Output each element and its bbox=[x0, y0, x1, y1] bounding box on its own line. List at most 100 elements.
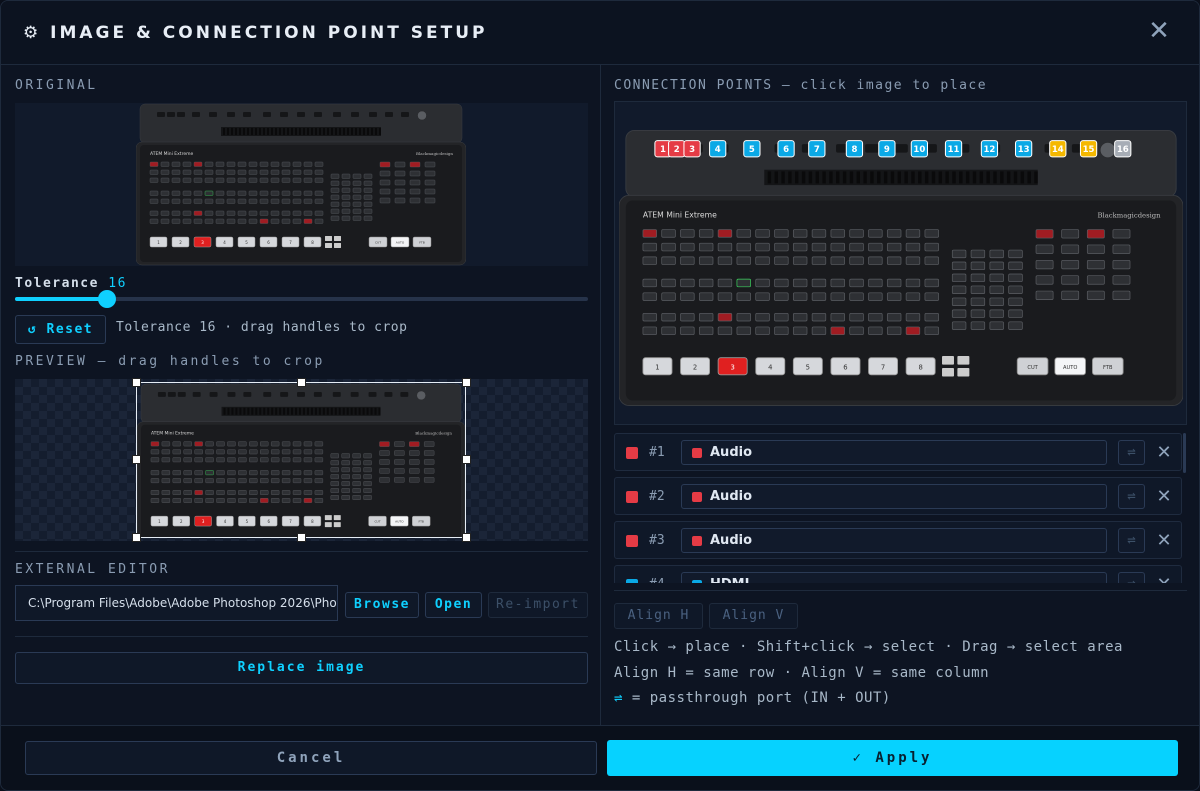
apply-button[interactable]: ✓ Apply bbox=[607, 740, 1178, 776]
vent-slot bbox=[897, 171, 901, 184]
connection-point-row[interactable]: #1 Audio ⇌ ✕ bbox=[614, 433, 1182, 471]
delete-icon[interactable]: ✕ bbox=[1154, 440, 1174, 465]
crop-handle-bl[interactable] bbox=[132, 533, 141, 542]
browse-button[interactable]: Browse bbox=[345, 592, 419, 618]
device-key bbox=[1035, 229, 1054, 239]
open-button[interactable]: Open bbox=[425, 592, 482, 618]
crop-handle-br[interactable] bbox=[462, 533, 471, 542]
port bbox=[167, 112, 175, 117]
passthrough-toggle[interactable]: ⇌ bbox=[1118, 484, 1145, 509]
connection-point-row[interactable]: #4 HDMI ⇌ ✕ bbox=[614, 565, 1182, 583]
list-scrollbar[interactable] bbox=[1183, 433, 1186, 473]
connection-point-row[interactable]: #3 Audio ⇌ ✕ bbox=[614, 521, 1182, 559]
point-number: #2 bbox=[649, 489, 665, 504]
device-key bbox=[363, 208, 373, 214]
tolerance-label: Tolerance 16 bbox=[15, 276, 127, 291]
device-key bbox=[292, 169, 302, 175]
close-icon[interactable]: ✕ bbox=[1147, 18, 1171, 44]
device-key bbox=[736, 256, 751, 265]
device-key bbox=[1008, 249, 1023, 259]
input-button-label: 1 bbox=[655, 364, 659, 372]
external-editor-label: EXTERNAL EDITOR bbox=[15, 562, 170, 577]
device-name: ATEM Mini Extreme bbox=[150, 151, 193, 157]
point-type-select[interactable]: Audio bbox=[681, 484, 1107, 509]
device-key bbox=[755, 278, 770, 288]
vent-slot bbox=[959, 171, 963, 184]
passthrough-toggle[interactable]: ⇌ bbox=[1118, 528, 1145, 553]
point-type-select[interactable]: Audio bbox=[681, 528, 1107, 553]
tolerance-value: 16 bbox=[108, 276, 127, 291]
type-color-dot bbox=[692, 448, 702, 458]
device-key bbox=[281, 198, 291, 204]
device-key bbox=[379, 197, 391, 204]
device-key bbox=[182, 177, 192, 183]
device-key bbox=[352, 187, 362, 193]
crop-handle-r[interactable] bbox=[462, 455, 471, 464]
device-key bbox=[830, 292, 845, 301]
vent-slot bbox=[263, 128, 265, 135]
cancel-button[interactable]: Cancel bbox=[25, 741, 597, 775]
reset-button[interactable]: ↺ Reset bbox=[15, 315, 106, 344]
device-key bbox=[281, 161, 291, 167]
input-button: 7 bbox=[281, 236, 300, 248]
input-button-label: 3 bbox=[730, 364, 734, 372]
device-key bbox=[661, 242, 676, 252]
vent-slot bbox=[303, 128, 305, 135]
device-key bbox=[292, 210, 302, 216]
device-key bbox=[330, 201, 340, 207]
vent-slot bbox=[331, 128, 333, 135]
vent-slot bbox=[255, 128, 257, 135]
device-key bbox=[149, 177, 159, 183]
crop-handle-t[interactable] bbox=[297, 378, 306, 387]
input-button: 7 bbox=[868, 357, 899, 376]
passthrough-toggle[interactable]: ⇌ bbox=[1118, 440, 1145, 465]
delete-icon[interactable]: ✕ bbox=[1154, 528, 1174, 553]
tolerance-slider-handle[interactable] bbox=[97, 290, 116, 308]
connection-image-canvas[interactable]: ATEM Mini Extreme Blackmagicdesign 1 2 3 4 5 6 7… bbox=[614, 101, 1187, 425]
device-key bbox=[774, 256, 789, 265]
align-v-button[interactable]: Align V bbox=[709, 603, 798, 629]
help-line-2: Align H = same row · Align V = same colu… bbox=[614, 665, 990, 681]
passthrough-toggle[interactable]: ⇌ bbox=[1118, 572, 1145, 583]
delete-icon[interactable]: ✕ bbox=[1154, 572, 1174, 583]
connection-marker-label: 2 bbox=[674, 145, 680, 155]
crop-handle-l[interactable] bbox=[132, 455, 141, 464]
device-key bbox=[182, 218, 192, 224]
crop-frame[interactable] bbox=[136, 382, 466, 538]
replace-image-button[interactable]: Replace image bbox=[15, 652, 588, 684]
tolerance-slider[interactable] bbox=[15, 290, 588, 308]
vent-slot bbox=[367, 128, 369, 135]
point-type-label: Audio bbox=[710, 445, 753, 460]
connection-marker-label: 3 bbox=[689, 145, 695, 155]
device-key bbox=[292, 198, 302, 204]
device-key bbox=[215, 169, 225, 175]
device-key bbox=[1008, 273, 1023, 283]
device-key bbox=[409, 179, 421, 186]
device-key bbox=[237, 169, 247, 175]
device-key bbox=[905, 292, 921, 301]
device-key bbox=[830, 312, 845, 322]
divider bbox=[614, 590, 1187, 591]
connection-point-row[interactable]: #2 Audio ⇌ ✕ bbox=[614, 477, 1182, 515]
point-color-swatch bbox=[626, 491, 638, 503]
editor-path-input[interactable]: C:\Program Files\Adobe\Adobe Photoshop 2… bbox=[15, 585, 338, 621]
device-key bbox=[698, 278, 714, 288]
device-key bbox=[341, 187, 351, 193]
vent-slot bbox=[279, 128, 281, 135]
point-type-select[interactable]: Audio bbox=[681, 440, 1107, 465]
reimport-button[interactable]: Re-import bbox=[488, 592, 588, 618]
device-key bbox=[215, 190, 225, 196]
vent-slot bbox=[355, 128, 357, 135]
device-key bbox=[182, 190, 192, 196]
delete-icon[interactable]: ✕ bbox=[1154, 484, 1174, 509]
vent-slot bbox=[1013, 171, 1018, 184]
point-type-select[interactable]: HDMI bbox=[681, 572, 1107, 583]
device-key bbox=[352, 180, 362, 186]
crop-handle-tl[interactable] bbox=[132, 378, 141, 387]
device-key bbox=[226, 177, 236, 183]
crop-handle-tr[interactable] bbox=[462, 378, 471, 387]
device-key bbox=[849, 242, 864, 252]
transition-button: CUT bbox=[368, 236, 388, 248]
align-h-button[interactable]: Align H bbox=[614, 603, 703, 629]
crop-handle-b[interactable] bbox=[297, 533, 306, 542]
